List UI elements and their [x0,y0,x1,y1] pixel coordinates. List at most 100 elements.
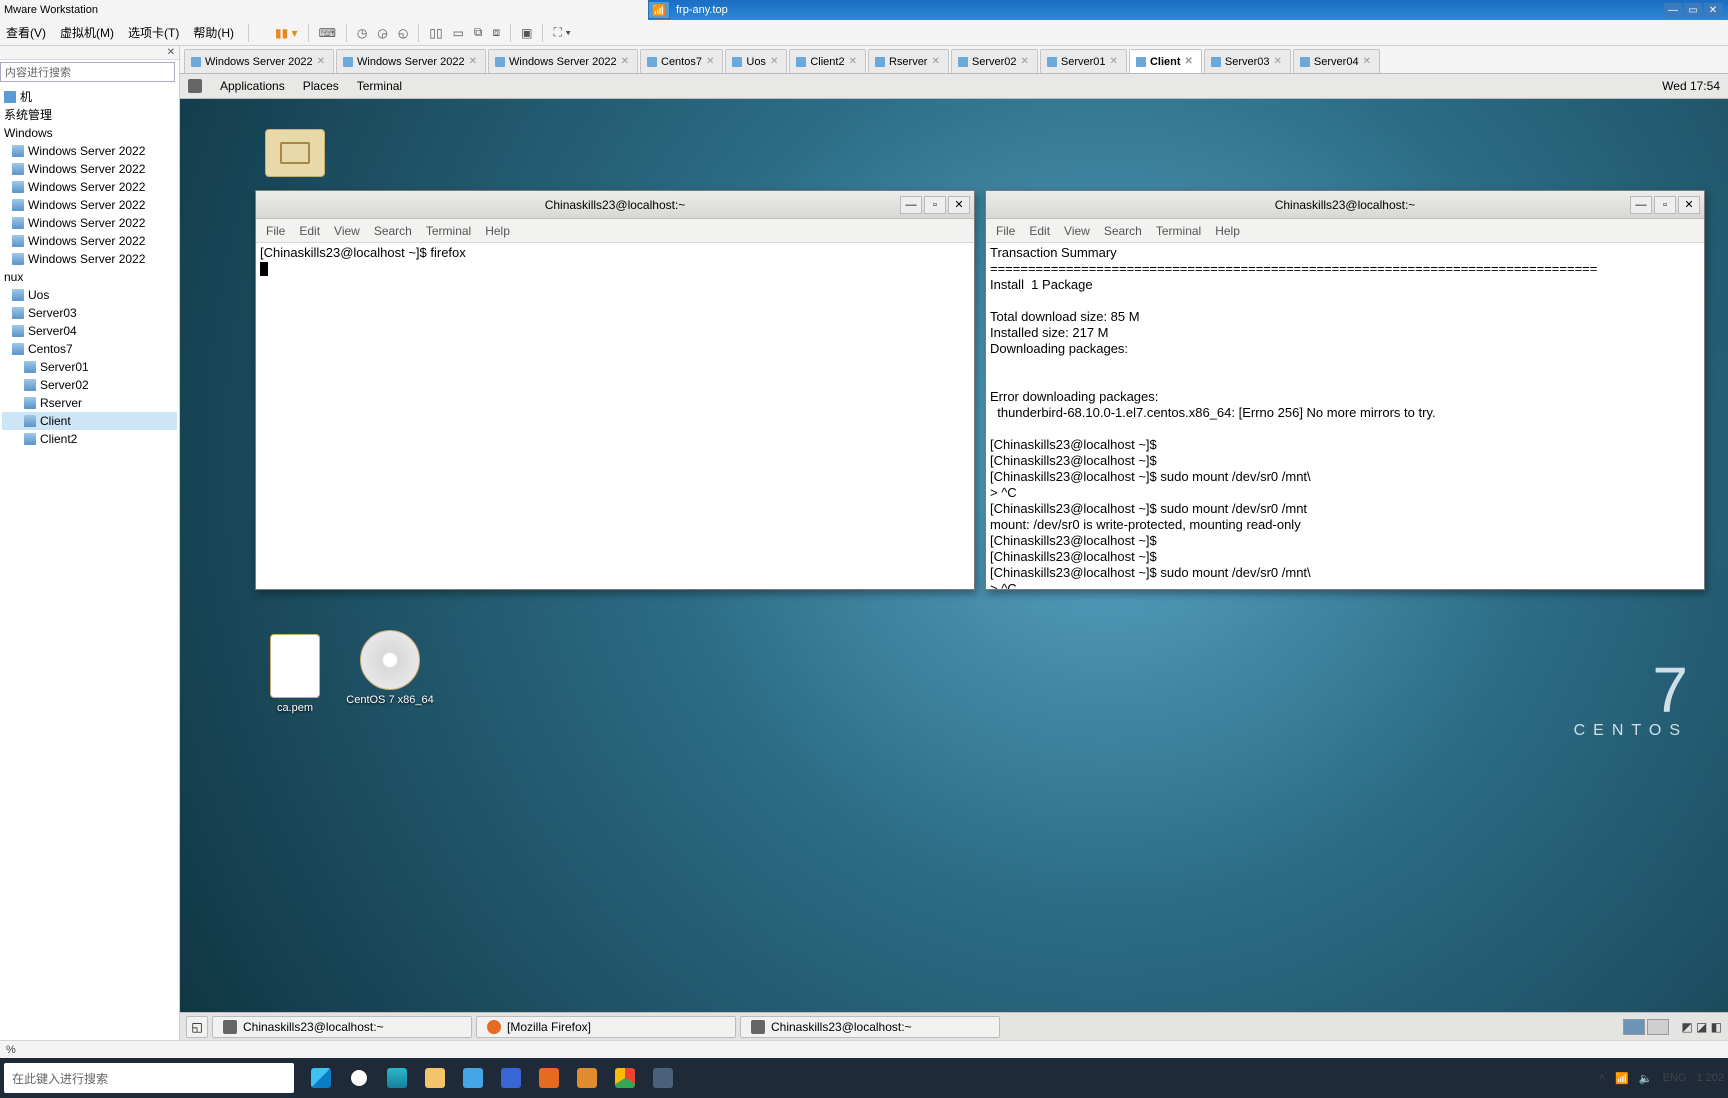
close-icon[interactable]: ✕ [849,56,857,67]
tree-vm[interactable]: Windows Server 2022 [2,196,177,214]
show-desktop-icon[interactable]: ◱ [186,1016,208,1038]
menu-terminal[interactable]: Terminal [426,224,471,238]
menu-tabs[interactable]: 选项卡(T) [128,24,179,41]
close-icon[interactable]: ✕ [317,56,325,67]
close-icon[interactable]: ✕ [770,56,778,67]
close-icon[interactable]: ✕ [931,56,939,67]
sidebar-search[interactable]: 内容进行搜索 [0,62,175,82]
snapshot-manager-icon[interactable]: ◶ [377,26,387,40]
snapshot-icon[interactable]: ◷ [357,26,367,40]
menu-view[interactable]: View [334,224,360,238]
guest-tray[interactable]: ◩ ◪ ◧ [1681,1020,1722,1034]
close-icon[interactable]: ✕ [1363,56,1371,67]
minimize-icon[interactable]: — [1630,196,1652,214]
minimize-icon[interactable]: — [1664,3,1682,17]
tree-root[interactable]: 机 [2,88,177,106]
close-icon[interactable]: ✕ [1704,3,1722,17]
taskbar-terminal-1[interactable]: Chinaskills23@localhost:~ [212,1016,472,1038]
tree-group-sys[interactable]: 系统管理 [2,106,177,124]
close-icon[interactable]: ✕ [1185,56,1193,67]
vm-tab[interactable]: Uos✕ [725,49,787,73]
terminal-titlebar[interactable]: Chinaskills23@localhost:~ — ▫ ✕ [986,191,1704,219]
desktop-home-folder-icon[interactable] [250,129,340,181]
gnome-applications[interactable]: Applications [220,79,285,93]
menu-edit[interactable]: Edit [1029,224,1050,238]
dingding-icon[interactable] [456,1062,490,1094]
menu-vm[interactable]: 虚拟机(M) [60,24,114,41]
menu-view[interactable]: 查看(V) [6,24,46,41]
menu-help[interactable]: Help [1215,224,1240,238]
close-icon[interactable]: ✕ [1274,56,1282,67]
tray-ime[interactable]: ENG [1663,1072,1687,1084]
vm-tab[interactable]: Server03✕ [1204,49,1291,73]
tree-vm[interactable]: Server04 [2,322,177,340]
desktop-cd-icon[interactable]: CentOS 7 x86_64 [345,630,435,706]
chrome-icon[interactable] [608,1062,642,1094]
workspace-switcher[interactable] [1623,1019,1669,1035]
gnome-clock[interactable]: Wed 17:54 [1662,79,1720,93]
menu-help[interactable]: 帮助(H) [193,24,234,41]
layout4-icon[interactable]: ⧈ [493,25,501,40]
terminal-window-left[interactable]: Chinaskills23@localhost:~ — ▫ ✕ File Edi… [255,190,975,590]
tray-wifi-icon[interactable]: 📶 [1615,1072,1629,1085]
taskbar-terminal-2[interactable]: Chinaskills23@localhost:~ [740,1016,1000,1038]
vm-tab[interactable]: Server02✕ [951,49,1038,73]
tree-vm[interactable]: Windows Server 2022 [2,178,177,196]
tree-vm-client[interactable]: Client [2,412,177,430]
vm-tab[interactable]: Server04✕ [1293,49,1380,73]
close-icon[interactable]: ✕ [163,47,179,58]
windows-search-input[interactable]: 在此键入进行搜索 [4,1063,294,1093]
vmware-icon[interactable] [570,1062,604,1094]
file-explorer-icon[interactable] [418,1062,452,1094]
terminal-body[interactable]: Transaction Summary ====================… [986,243,1704,589]
tree-vm[interactable]: Centos7 [2,340,177,358]
vm-tab[interactable]: Client2✕ [789,49,866,73]
vm-tab[interactable]: Client✕ [1129,49,1202,73]
menu-search[interactable]: Search [374,224,412,238]
desktop-file-capem[interactable]: ca.pem [250,634,340,714]
close-icon[interactable]: ✕ [621,56,629,67]
tree-vm[interactable]: Windows Server 2022 [2,214,177,232]
menu-file[interactable]: File [266,224,285,238]
maximize-icon[interactable]: ▫ [1654,196,1676,214]
vm-tab[interactable]: Server01✕ [1040,49,1127,73]
app-icon[interactable] [494,1062,528,1094]
tray-chevron-icon[interactable]: ˄ [1599,1072,1605,1084]
terminal-window-right[interactable]: Chinaskills23@localhost:~ — ▫ ✕ File Edi… [985,190,1705,590]
gnome-terminal[interactable]: Terminal [357,79,402,93]
vm-tab[interactable]: Centos7✕ [640,49,723,73]
layout2-icon[interactable]: ▭ [453,26,464,40]
menu-search[interactable]: Search [1104,224,1142,238]
vm-tab[interactable]: Windows Server 2022✕ [336,49,486,73]
vm-tab[interactable]: Windows Server 2022✕ [184,49,334,73]
layout3-icon[interactable]: ⧉ [474,25,483,40]
revert-icon[interactable]: ◵ [398,26,408,40]
tree-vm[interactable]: Windows Server 2022 [2,232,177,250]
tree-vm[interactable]: Uos [2,286,177,304]
tree-vm[interactable]: Windows Server 2022 [2,250,177,268]
layout1-icon[interactable]: ▯▯ [429,26,442,40]
menu-file[interactable]: File [996,224,1015,238]
close-icon[interactable]: ✕ [469,56,477,67]
edge-icon[interactable] [380,1062,414,1094]
menu-terminal[interactable]: Terminal [1156,224,1201,238]
firefox-icon[interactable] [532,1062,566,1094]
tree-vm[interactable]: Server02 [2,376,177,394]
menu-edit[interactable]: Edit [299,224,320,238]
vm-tab[interactable]: Windows Server 2022✕ [488,49,638,73]
start-button[interactable] [304,1062,338,1094]
terminal-titlebar[interactable]: Chinaskills23@localhost:~ — ▫ ✕ [256,191,974,219]
tree-vm[interactable]: Rserver [2,394,177,412]
tree-vm[interactable]: Windows Server 2022 [2,142,177,160]
tree-vm[interactable]: Windows Server 2022 [2,160,177,178]
terminal-body[interactable]: [Chinaskills23@localhost ~]$ firefox [256,243,974,589]
maximize-icon[interactable]: ▫ [924,196,946,214]
tree-vm[interactable]: Server03 [2,304,177,322]
tree-group-windows[interactable]: Windows [2,124,177,142]
tray-clock[interactable]: 1 202 [1696,1072,1724,1084]
tree-group-nux[interactable]: nux [2,268,177,286]
vm-tab[interactable]: Rserver✕ [868,49,949,73]
menu-view[interactable]: View [1064,224,1090,238]
close-icon[interactable]: ✕ [706,56,714,67]
extra-app-icon[interactable] [646,1062,680,1094]
